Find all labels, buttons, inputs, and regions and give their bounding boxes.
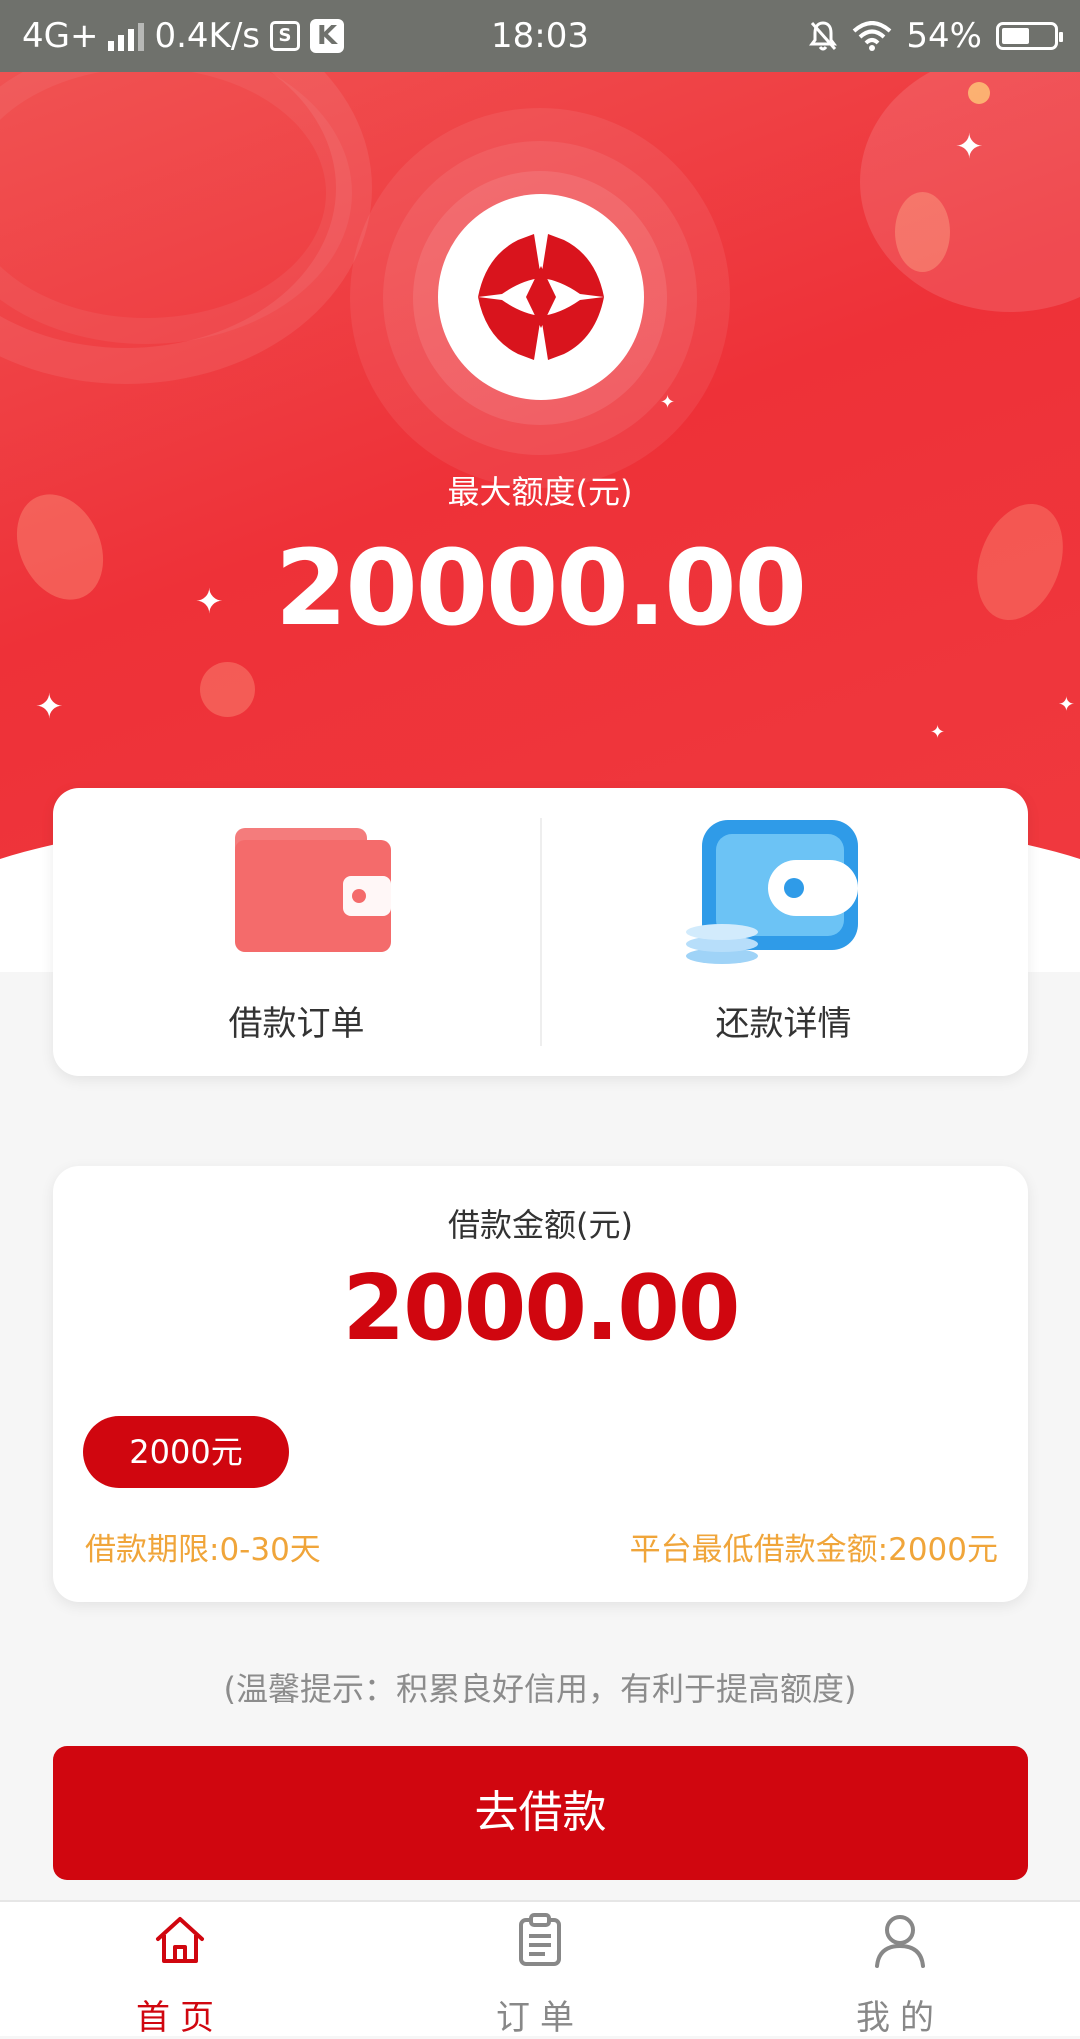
decor-blob (895, 192, 950, 272)
repayment-details-button[interactable]: 还款详情 (540, 788, 1027, 1076)
amount-chip-2000[interactable]: 2000元 (83, 1416, 289, 1488)
wallet-icon (235, 828, 391, 952)
mute-bell-icon (809, 21, 838, 51)
battery-icon (996, 22, 1063, 50)
home-icon (156, 1917, 204, 1963)
bank-logo-icon (478, 234, 604, 360)
battery-percent: 54% (906, 16, 982, 56)
bank-logo (438, 194, 644, 400)
loan-orders-button[interactable]: 借款订单 (53, 788, 540, 1076)
bottom-tab-bar: 首页 订单 我的 (0, 1900, 1080, 2038)
quick-actions-card: 借款订单 还款详情 (53, 788, 1028, 1076)
max-limit-amount: 20000.00 (274, 527, 807, 649)
sparkle-icon: ✦ (660, 392, 676, 413)
sparkle-icon: ✦ (1058, 692, 1075, 716)
loan-amount-card: 借款金额(元) 2000.00 2000元 借款期限:0-30天 平台最低借款金… (53, 1166, 1028, 1602)
tab-orders[interactable]: 订单 (360, 1902, 720, 2038)
loan-term-text: 借款期限:0-30天 (85, 1532, 321, 1568)
tab-mine[interactable]: 我的 (720, 1902, 1080, 2038)
tab-home-label: 首页 (136, 1998, 224, 2038)
wifi-icon (853, 21, 892, 51)
loan-orders-label: 借款订单 (228, 1004, 365, 1044)
max-limit-label: 最大额度(元) (447, 473, 633, 511)
status-bar: 4G+ 0.4K/s S K 18:03 54% (0, 0, 1080, 72)
decor-blob (968, 82, 990, 104)
sparkle-icon: ✦ (35, 687, 64, 727)
borrow-button[interactable]: 去借款 (53, 1746, 1028, 1880)
sparkle-icon: ✦ (930, 722, 946, 743)
repayment-details-label: 还款详情 (715, 1004, 852, 1044)
status-right: 54% (808, 15, 1063, 57)
credit-tip: (温馨提示：积累良好信用，有利于提高额度) (223, 1670, 857, 1708)
tab-orders-label: 订单 (496, 1998, 584, 2038)
sparkle-icon: ✦ (955, 127, 984, 167)
tab-mine-label: 我的 (856, 1998, 944, 2038)
tab-home[interactable]: 首页 (0, 1902, 360, 2038)
user-icon (875, 1915, 925, 1968)
loan-amount-value: 2000.00 (342, 1256, 741, 1361)
decor-blob (860, 72, 1080, 312)
decor-blob (200, 662, 255, 717)
wallet-coins-icon (686, 820, 858, 964)
loan-amount-label: 借款金额(元) (448, 1206, 633, 1244)
minimum-amount-text: 平台最低借款金额:2000元 (629, 1532, 998, 1568)
clipboard-icon (519, 1913, 561, 1966)
